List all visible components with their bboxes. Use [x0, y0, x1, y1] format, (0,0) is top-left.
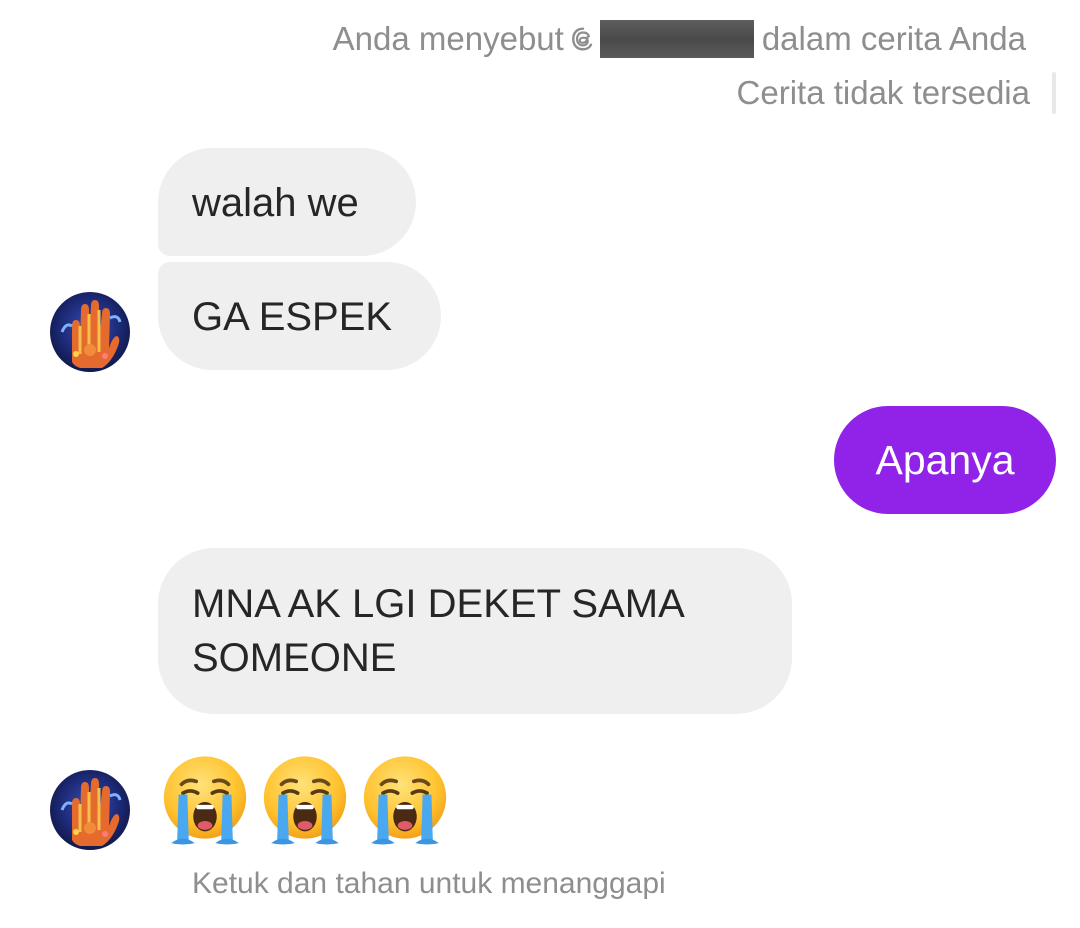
emoji-message[interactable] — [158, 752, 452, 846]
redacted-username — [599, 20, 754, 58]
story-mention-suffix: dalam cerita Anda — [761, 20, 1026, 57]
avatar[interactable] — [50, 292, 130, 372]
story-mention-line[interactable]: Anda menyebut dalam cerita Anda — [333, 18, 1026, 60]
message-bubble-received[interactable]: walah we — [158, 148, 416, 256]
message-bubble-sent[interactable]: Apanya — [834, 406, 1056, 514]
avatar[interactable] — [50, 770, 130, 850]
story-reply-bar — [1052, 72, 1056, 114]
threads-icon — [571, 27, 593, 51]
avatar-image — [50, 770, 130, 850]
message-bubble-received[interactable]: MNA AK LGI DEKET SAMA SOMEONE — [158, 548, 792, 714]
crying-face-emoji — [263, 756, 347, 845]
reaction-hint: Ketuk dan tahan untuk menanggapi — [192, 867, 666, 900]
crying-face-emoji — [163, 756, 247, 845]
avatar-image — [50, 292, 130, 372]
crying-face-emoji — [363, 756, 447, 845]
story-unavailable-label: Cerita tidak tersedia — [736, 74, 1030, 111]
message-bubble-received[interactable]: GA ESPEK — [158, 262, 441, 370]
story-mention-prefix: Anda menyebut — [332, 20, 564, 57]
